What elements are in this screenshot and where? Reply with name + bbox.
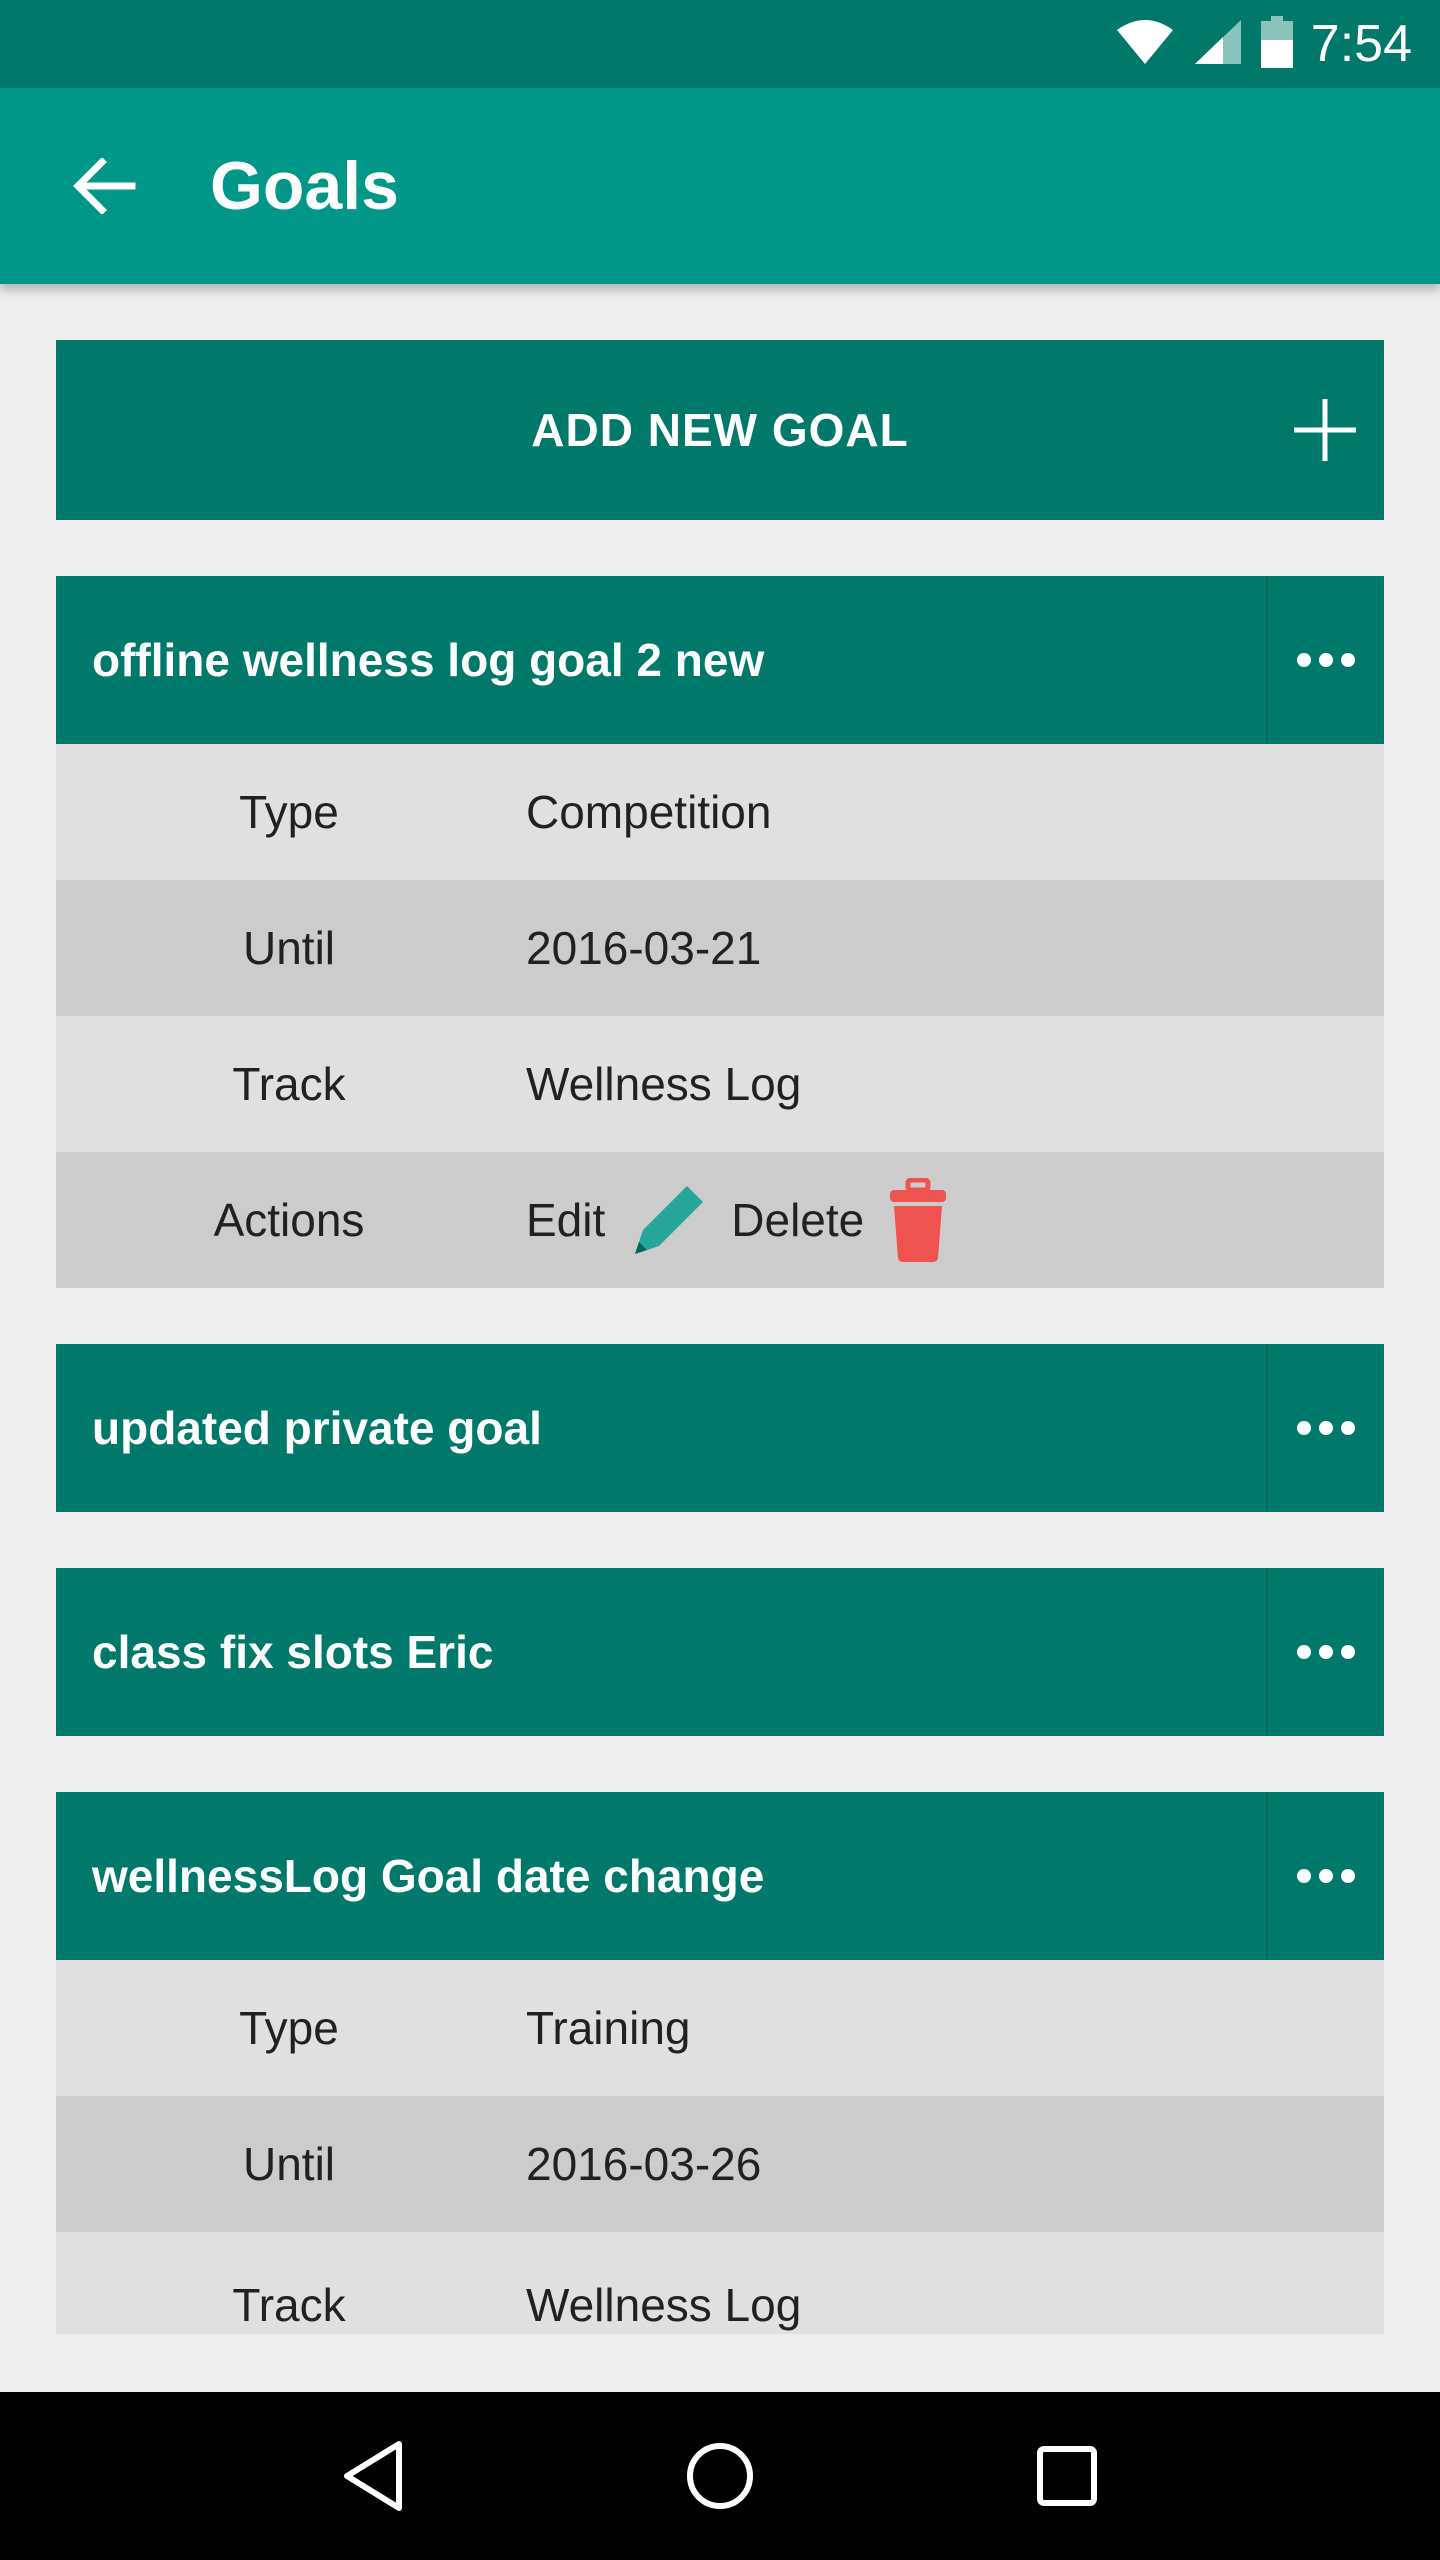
goal-title: class fix slots Eric bbox=[92, 1626, 494, 1678]
nav-home-button[interactable] bbox=[660, 2416, 780, 2536]
recents-square-icon bbox=[1036, 2446, 1097, 2506]
detail-label: Until bbox=[242, 922, 336, 974]
system-nav-bar bbox=[0, 2392, 1440, 2560]
goal-menu-button[interactable] bbox=[1266, 1792, 1384, 1960]
detail-label: Type bbox=[239, 786, 339, 838]
detail-label: Type bbox=[239, 2002, 339, 2054]
more-dots-icon bbox=[1297, 1869, 1355, 1883]
signal-icon bbox=[1193, 18, 1243, 71]
actions-cell: Edit Delete bbox=[522, 1178, 1384, 1262]
detail-value: Wellness Log bbox=[526, 1058, 802, 1110]
nav-back-button[interactable] bbox=[313, 2416, 433, 2536]
detail-row-track: Track Wellness Log bbox=[56, 2232, 1384, 2334]
goal-title: offline wellness log goal 2 new bbox=[92, 634, 765, 686]
goal-menu-button[interactable] bbox=[1266, 1568, 1384, 1736]
detail-value: 2016-03-26 bbox=[526, 2138, 762, 2190]
goal-title: wellnessLog Goal date change bbox=[92, 1850, 765, 1902]
detail-label: Until bbox=[242, 2138, 336, 2190]
goal-card: class fix slots Eric bbox=[56, 1568, 1384, 1736]
more-dots-icon bbox=[1297, 653, 1355, 667]
detail-row-type: Type Competition bbox=[56, 744, 1384, 880]
add-goal-action[interactable] bbox=[1266, 340, 1384, 520]
detail-value: 2016-03-21 bbox=[526, 922, 762, 974]
goal-card: updated private goal bbox=[56, 1344, 1384, 1512]
goal-menu-button[interactable] bbox=[1266, 576, 1384, 744]
delete-link[interactable]: Delete bbox=[731, 1193, 864, 1247]
detail-row-type: Type Training bbox=[56, 1960, 1384, 2096]
detail-row-actions: Actions Edit Delete bbox=[56, 1152, 1384, 1288]
goal-menu-button[interactable] bbox=[1266, 1344, 1384, 1512]
goal-card: offline wellness log goal 2 new Type Com… bbox=[56, 576, 1384, 1288]
status-icons: 7:54 bbox=[1115, 0, 1412, 88]
goal-header[interactable]: offline wellness log goal 2 new bbox=[56, 576, 1384, 744]
detail-label: Track bbox=[232, 1058, 346, 1110]
detail-value: Training bbox=[526, 2002, 691, 2054]
goals-list: ADD NEW GOAL offline wellness log goal 2… bbox=[56, 340, 1384, 2334]
add-new-goal-label: ADD NEW GOAL bbox=[531, 404, 909, 456]
pencil-icon[interactable] bbox=[629, 1180, 709, 1260]
detail-value: Wellness Log bbox=[526, 2279, 802, 2331]
goal-card: wellnessLog Goal date change Type Traini… bbox=[56, 1792, 1384, 2334]
arrow-left-icon bbox=[73, 158, 136, 214]
back-button[interactable] bbox=[56, 138, 152, 234]
nav-recents-button[interactable] bbox=[1007, 2416, 1127, 2536]
detail-row-until: Until 2016-03-26 bbox=[56, 2096, 1384, 2232]
status-bar: 7:54 bbox=[0, 0, 1440, 88]
plus-icon bbox=[1294, 399, 1356, 461]
back-triangle-icon bbox=[344, 2441, 403, 2511]
edit-link[interactable]: Edit bbox=[526, 1193, 605, 1247]
detail-row-until: Until 2016-03-21 bbox=[56, 880, 1384, 1016]
goal-header[interactable]: class fix slots Eric bbox=[56, 1568, 1384, 1736]
detail-value: Competition bbox=[526, 786, 772, 838]
add-new-goal-button[interactable]: ADD NEW GOAL bbox=[56, 340, 1384, 520]
goal-header[interactable]: wellnessLog Goal date change bbox=[56, 1792, 1384, 1960]
page-title: Goals bbox=[210, 148, 399, 224]
more-dots-icon bbox=[1297, 1421, 1355, 1435]
detail-label: Track bbox=[232, 2279, 346, 2331]
trash-icon[interactable] bbox=[888, 1178, 948, 1262]
wifi-icon bbox=[1115, 18, 1175, 71]
app-bar: Goals bbox=[0, 88, 1440, 284]
detail-row-track: Track Wellness Log bbox=[56, 1016, 1384, 1152]
more-dots-icon bbox=[1297, 1645, 1355, 1659]
status-time: 7:54 bbox=[1310, 15, 1412, 73]
battery-icon bbox=[1260, 15, 1293, 73]
goal-header[interactable]: updated private goal bbox=[56, 1344, 1384, 1512]
detail-label: Actions bbox=[213, 1194, 365, 1246]
home-circle-icon bbox=[686, 2443, 753, 2509]
goal-title: updated private goal bbox=[92, 1402, 542, 1454]
